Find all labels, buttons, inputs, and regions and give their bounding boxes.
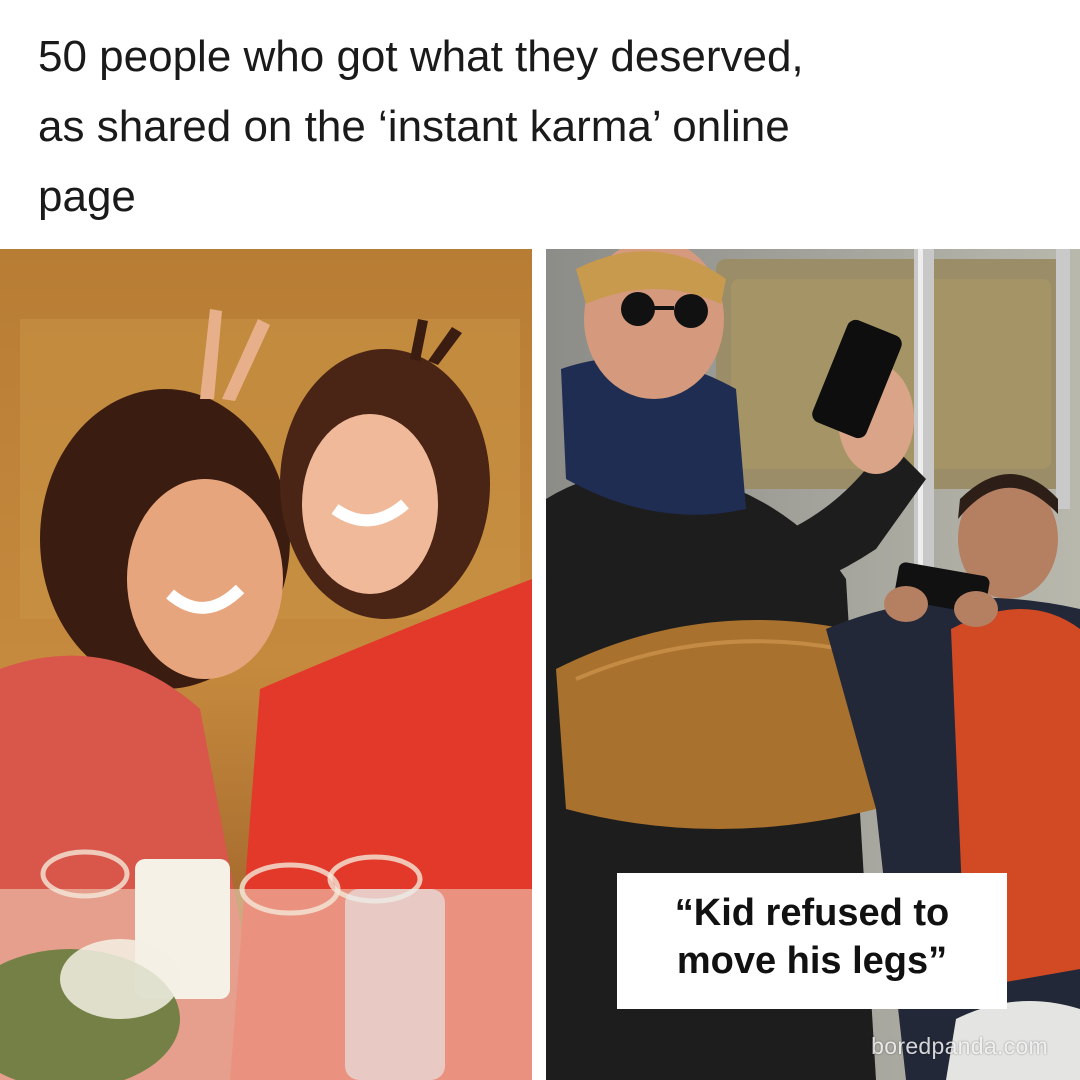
headline-line-1: 50 people who got what they deserved, <box>38 32 804 81</box>
caption-line-1: “Kid refused to <box>674 892 950 934</box>
headline-line-3: page <box>38 172 136 221</box>
two-women-bunny-ears-photo <box>0 249 532 1080</box>
headline: 50 people who got what they deserved, as… <box>38 22 1048 232</box>
caption-line-2: move his legs” <box>676 940 948 982</box>
two-women-bunny-ears-illustration <box>0 249 532 1080</box>
headline-line-2: as shared on the ‘instant karma’ online <box>38 102 790 151</box>
caption-box: “Kid refused to move his legs” <box>617 873 1007 1009</box>
watermark: boredpanda.com <box>871 1033 1048 1059</box>
